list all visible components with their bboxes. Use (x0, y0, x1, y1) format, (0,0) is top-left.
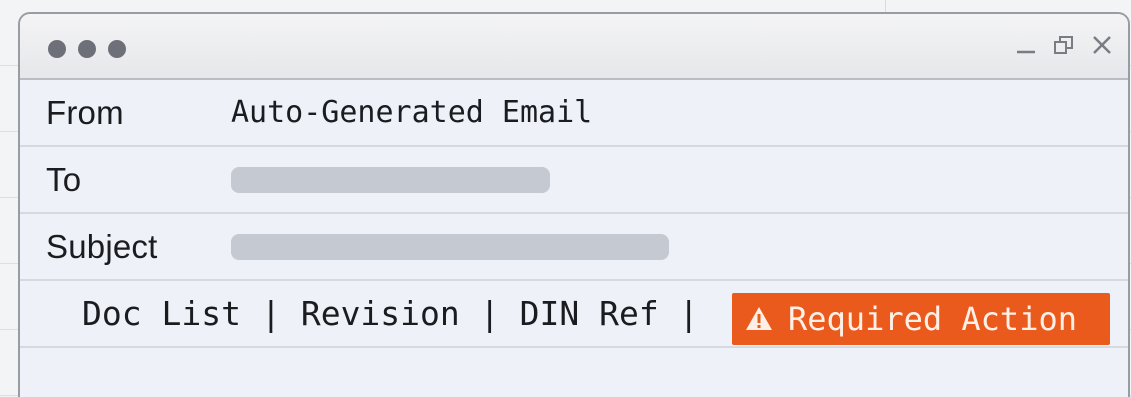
tag-separator: | (479, 294, 500, 333)
required-action-label: Required Action (788, 300, 1077, 338)
tag-separator: | (678, 294, 699, 333)
to-row: To (20, 147, 1128, 214)
from-row: From Auto-Generated Email (20, 80, 1128, 147)
tags-row: Doc List | Revision | DIN Ref | Required… (20, 281, 1128, 348)
subject-label: Subject (46, 227, 158, 265)
email-window: From Auto-Generated Email To Subject Doc… (18, 12, 1130, 397)
tag-revision[interactable]: Revision (301, 294, 460, 333)
window-titlebar (20, 14, 1128, 80)
from-label: From (46, 93, 124, 131)
tag-din-ref[interactable]: DIN Ref (520, 294, 659, 333)
email-body-area (20, 348, 1128, 397)
subject-redacted-value (231, 234, 669, 260)
to-redacted-value (231, 167, 550, 193)
from-value: Auto-Generated Email (231, 95, 593, 130)
window-controls (1014, 30, 1114, 60)
window-dot-2[interactable] (78, 40, 96, 58)
window-dot-1[interactable] (48, 40, 66, 58)
subject-row: Subject (20, 214, 1128, 281)
window-dot-3[interactable] (108, 40, 126, 58)
restore-icon[interactable] (1052, 30, 1076, 60)
minimize-icon[interactable] (1014, 30, 1038, 60)
close-icon[interactable] (1090, 30, 1114, 60)
tag-separator: | (260, 294, 281, 333)
tag-doc-list[interactable]: Doc List (82, 294, 241, 333)
warning-icon (744, 304, 774, 334)
required-action-badge[interactable]: Required Action (732, 293, 1110, 345)
to-label: To (46, 160, 82, 198)
tags-list: Doc List | Revision | DIN Ref | (82, 281, 699, 346)
